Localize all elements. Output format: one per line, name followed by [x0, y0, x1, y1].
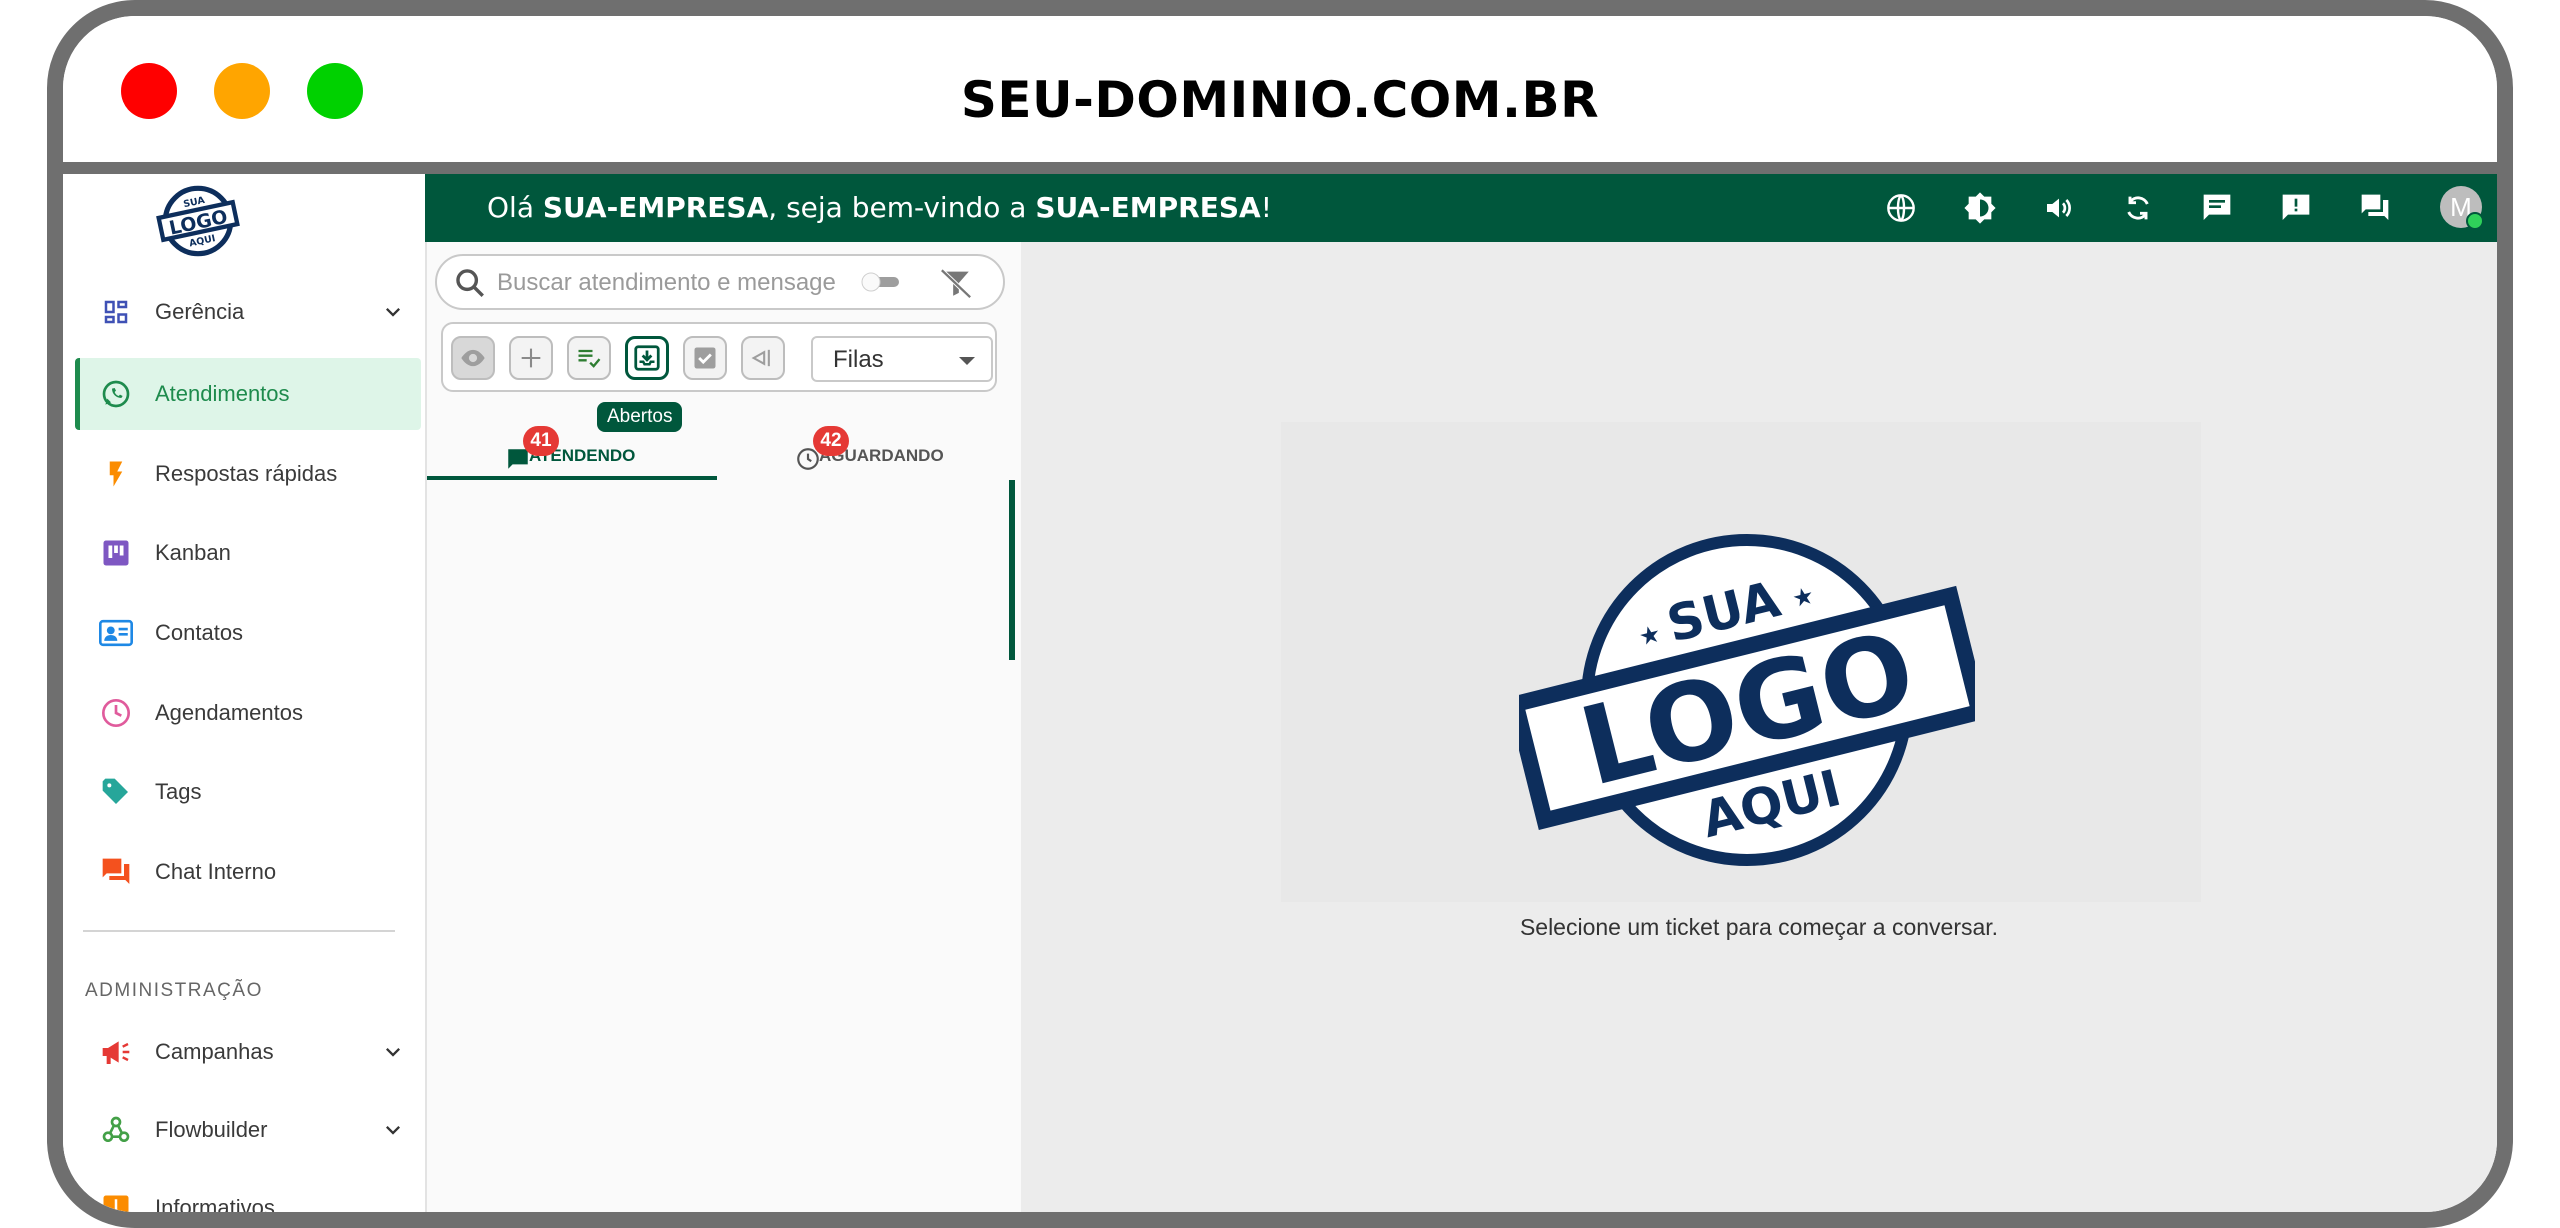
count-badge: 42: [813, 426, 849, 456]
tab-atendendo[interactable]: ATENDENDO 41: [427, 418, 717, 480]
tickets-panel: Filas Abertos ATENDENDO 41 AGUARDANDO 42: [427, 242, 1023, 1212]
brightness-icon[interactable]: [1962, 190, 1998, 226]
announcement-icon: [97, 1189, 135, 1212]
sidebar-item-agendamentos[interactable]: Agendamentos: [75, 677, 421, 749]
sidebar-item-tags[interactable]: Tags: [75, 756, 421, 828]
conversation-area: LOGO SUA AQUI ★ ★ Selecione um ticket pa…: [1021, 242, 2497, 1212]
company-name: SUA-EMPRESA: [542, 191, 769, 224]
logo-placeholder: LOGO SUA AQUI ★ ★: [1281, 422, 2201, 902]
chevron-down-icon: [386, 308, 400, 317]
search-icon: [456, 269, 484, 297]
online-status-indicator: [2466, 212, 2484, 230]
chevron-down-icon: [386, 1048, 400, 1057]
sidebar-item-label: Tags: [155, 779, 202, 804]
megaphone-icon: [751, 349, 770, 367]
inbox-icon: [634, 345, 660, 371]
sidebar-item-label: Respostas rápidas: [155, 461, 338, 486]
sidebar-item-label: Chat Interno: [155, 859, 277, 884]
clock-icon: [97, 694, 135, 732]
resolved-tickets-button[interactable]: [683, 336, 727, 380]
greeting-prefix: Olá: [487, 191, 543, 224]
sync-icon[interactable]: [2120, 190, 2156, 226]
company-logo: LOGO SUA AQUI ★ ★: [1519, 534, 1975, 866]
contacts-icon: [97, 614, 135, 652]
domain-title: SEU-DOMINIO.COM.BR: [960, 71, 1600, 129]
sidebar-item-label: Flowbuilder: [155, 1117, 268, 1142]
tickets-list: [427, 480, 1007, 1212]
sidebar-item-label: Gerência: [155, 299, 245, 324]
chat-icon[interactable]: [2199, 190, 2235, 226]
eye-icon: [461, 349, 485, 367]
user-avatar[interactable]: M: [2440, 186, 2484, 230]
checklist-button[interactable]: [567, 336, 611, 380]
megaphone-icon: [97, 1033, 135, 1071]
search-input[interactable]: [495, 266, 839, 300]
plus-icon: [521, 348, 541, 368]
sidebar-item-respostas-rapidas[interactable]: Respostas rápidas: [75, 438, 421, 510]
kanban-icon: [97, 534, 135, 572]
app-root: LOGO SUA AQUI Gerência Atendimentos Resp…: [63, 174, 2497, 1212]
sidebar-item-label: Kanban: [155, 540, 231, 565]
volume-icon[interactable]: [2041, 190, 2077, 226]
tab-aguardando[interactable]: AGUARDANDO 42: [717, 418, 1007, 478]
whatsapp-icon: [97, 375, 135, 413]
sidebar-item-atendimentos[interactable]: Atendimentos: [75, 358, 421, 430]
empty-state-message: Selecione um ticket para começar a conve…: [1519, 914, 1999, 940]
checkbox-icon: [694, 347, 716, 369]
sidebar-item-campanhas[interactable]: Campanhas: [75, 1016, 421, 1088]
tickets-toolbar: Filas: [441, 322, 997, 392]
sidebar-item-informativos[interactable]: Informativos: [75, 1172, 421, 1220]
dropdown-arrow-icon: [959, 357, 975, 365]
sidebar-item-label: Campanhas: [155, 1039, 274, 1064]
flash-icon: [97, 455, 135, 493]
welcome-message: Olá SUA-EMPRESA, seja bem-vindo a SUA-EM…: [487, 174, 1272, 242]
queue-select[interactable]: Filas: [811, 336, 993, 382]
queue-select-value: Filas: [833, 346, 884, 373]
sidebar-item-gerencia[interactable]: Gerência: [75, 276, 421, 348]
browser-titlebar: SEU-DOMINIO.COM.BR: [63, 16, 2497, 174]
filter-off-icon[interactable]: [939, 266, 973, 300]
playlist-check-icon: [578, 349, 601, 368]
browser-window: SEU-DOMINIO.COM.BR LOGO SUA AQUI Gerênci…: [47, 0, 2513, 1228]
sidebar-item-kanban[interactable]: Kanban: [75, 517, 421, 589]
forum-icon: [97, 853, 135, 891]
tag-icon: [97, 773, 135, 811]
dashboard-icon: [97, 293, 135, 331]
sidebar-item-contatos[interactable]: Contatos: [75, 597, 421, 669]
sidebar-item-chat-interno[interactable]: Chat Interno: [75, 836, 421, 908]
view-all-button[interactable]: [451, 336, 495, 380]
scrollbar[interactable]: [1009, 480, 1015, 660]
search-box: [435, 254, 1005, 310]
sidebar-item-flowbuilder[interactable]: Flowbuilder: [75, 1094, 421, 1166]
sidebar-item-label: Informativos: [155, 1195, 275, 1220]
open-tickets-button[interactable]: [625, 336, 669, 380]
feedback-icon[interactable]: [2278, 190, 2314, 226]
tickets-tabs: ATENDENDO 41 AGUARDANDO 42: [427, 418, 1007, 480]
globe-icon[interactable]: [1883, 190, 1919, 226]
broadcast-button[interactable]: [741, 336, 785, 380]
forum-icon[interactable]: [2357, 190, 2393, 226]
chevron-down-icon: [386, 1126, 400, 1135]
sidebar-divider: [83, 930, 395, 932]
toggle-switch[interactable]: [861, 272, 901, 292]
new-ticket-button[interactable]: [509, 336, 553, 380]
webhook-icon: [97, 1111, 135, 1149]
sidebar: LOGO SUA AQUI Gerência Atendimentos Resp…: [63, 174, 427, 1212]
sidebar-item-label: Atendimentos: [155, 381, 290, 406]
sidebar-item-label: Agendamentos: [155, 700, 303, 725]
greeting-middle: , seja bem-vindo a: [768, 191, 1036, 224]
sidebar-section-title: ADMINISTRAÇÃO: [85, 980, 263, 1001]
sidebar-item-label: Contatos: [155, 620, 244, 645]
company-name: SUA-EMPRESA: [1035, 191, 1261, 224]
company-logo: LOGO SUA AQUI: [156, 185, 240, 257]
greeting-suffix: !: [1260, 191, 1272, 224]
count-badge: 41: [523, 426, 559, 456]
app-topbar: Olá SUA-EMPRESA, seja bem-vindo a SUA-EM…: [425, 174, 2497, 242]
